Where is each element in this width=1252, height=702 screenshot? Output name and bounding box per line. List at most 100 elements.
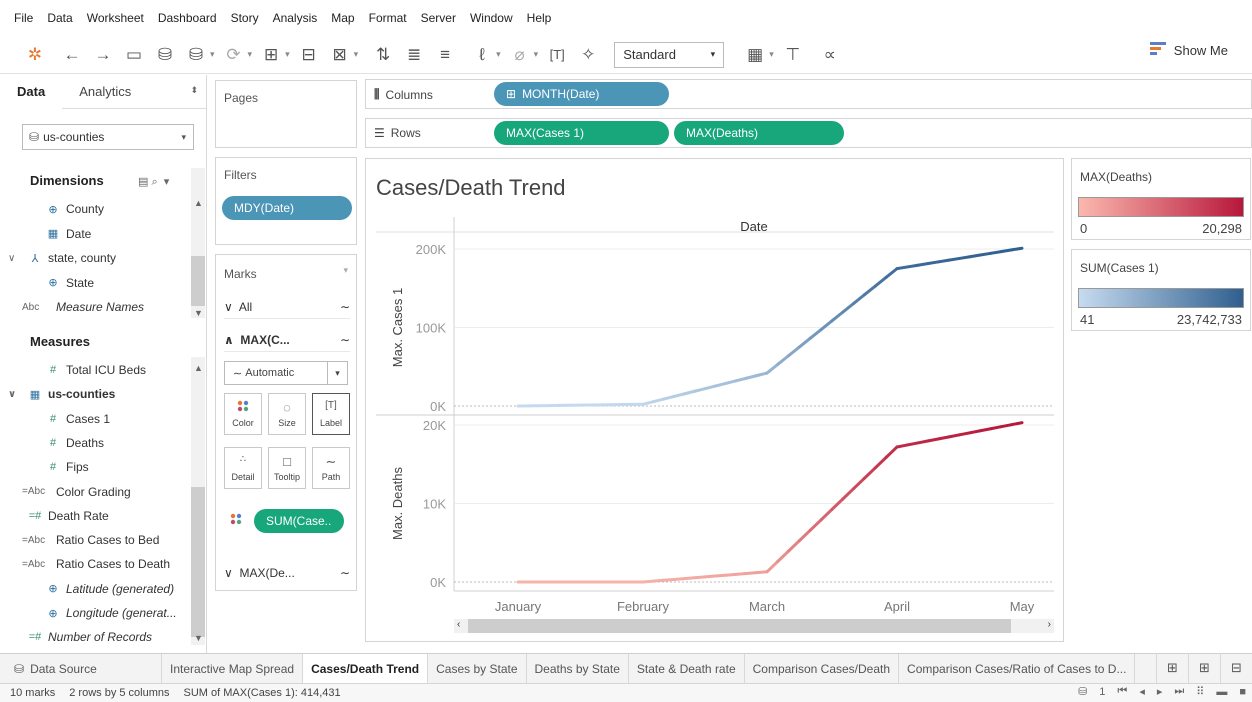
menu-item-map[interactable]: Map <box>331 11 354 25</box>
field-item[interactable]: =# Death Rate <box>22 505 109 527</box>
dimensions-scrollbar[interactable]: ▲ ▼ <box>191 168 205 318</box>
chevron-down-icon[interactable]: ∨ <box>8 389 22 400</box>
new-story-icon[interactable]: ⊟ <box>1220 653 1252 683</box>
size-button[interactable]: ◌ Size <box>268 393 306 435</box>
back-arrow-icon[interactable]: ← <box>59 42 85 68</box>
field-item[interactable]: =# Number of Records <box>22 626 152 648</box>
sheet-tab[interactable]: Comparison Cases/Death <box>745 654 900 683</box>
menu-item-dashboard[interactable]: Dashboard <box>158 11 217 25</box>
dropdown-arrow-icon[interactable]: ▾ <box>534 49 539 60</box>
menu-item-analysis[interactable]: Analysis <box>273 11 318 25</box>
marks-menu-icon[interactable]: ▾ <box>343 265 348 276</box>
menu-item-data[interactable]: Data <box>47 11 72 25</box>
scroll-up-icon[interactable]: ▲ <box>194 363 203 373</box>
chevron-down-icon[interactable]: ∨ <box>8 253 22 264</box>
sort-descending-icon[interactable]: ≡ <box>432 42 458 68</box>
new-datasource-icon[interactable]: ⛁ <box>152 42 178 68</box>
menu-item-format[interactable]: Format <box>369 11 407 25</box>
field-item[interactable]: Abc Measure Names <box>22 296 144 318</box>
sheet-tab[interactable]: Cases/Death Trend <box>303 654 429 683</box>
scrollbar-thumb[interactable] <box>191 487 205 637</box>
pause-updates-icon[interactable]: ⛁ <box>183 42 209 68</box>
rows-pill-max-cases[interactable]: MAX(Cases 1) <box>494 121 669 145</box>
color-button[interactable]: Color <box>224 393 262 435</box>
dropdown-arrow-icon[interactable]: ▾ <box>496 49 501 60</box>
menu-item-story[interactable]: Story <box>231 11 259 25</box>
tooltip-button[interactable]: □ Tooltip <box>268 447 306 489</box>
sort-ascending-icon[interactable]: ≣ <box>401 42 427 68</box>
mark-type-select[interactable]: ∼ Automatic ▾ <box>224 361 348 385</box>
legend-max-deaths[interactable]: MAX(Deaths) 0 20,298 <box>1071 158 1251 240</box>
show-me-button[interactable]: Show Me <box>1149 42 1228 59</box>
legend-sum-cases[interactable]: SUM(Cases 1) 41 23,742,733 <box>1071 249 1251 331</box>
grid-view-icon[interactable]: ⠿ <box>1196 685 1204 698</box>
scroll-down-icon[interactable]: ▼ <box>194 308 203 318</box>
field-item[interactable]: ⊕ Latitude (generated) <box>40 578 174 600</box>
menu-item-server[interactable]: Server <box>421 11 456 25</box>
sheet-tab[interactable]: Cases by State <box>428 654 527 683</box>
menu-item-worksheet[interactable]: Worksheet <box>87 11 144 25</box>
scroll-down-icon[interactable]: ▼ <box>194 633 203 643</box>
prev-page-icon[interactable]: ◂ <box>1139 685 1145 698</box>
dropdown-arrow-icon[interactable]: ▾ <box>769 49 774 60</box>
columns-shelf[interactable]: ⫼ Columns ⊞ MONTH(Date) <box>365 79 1252 109</box>
measures-scrollbar[interactable]: ▲ ▼ <box>191 357 205 645</box>
marks-row-max-cases[interactable]: ∧ MAX(C... ∼ <box>224 328 350 352</box>
dropdown-arrow-icon[interactable]: ▾ <box>248 49 253 60</box>
new-worksheet-icon[interactable]: ⊞ <box>1156 653 1188 683</box>
detail-button[interactable]: ∴ Detail <box>224 447 262 489</box>
new-worksheet-icon[interactable]: ⊞ <box>258 42 284 68</box>
group-members-icon[interactable]: ⌀ <box>507 42 533 68</box>
line-chart[interactable]: Date 0K 100K 200K Max. Cases 1 0K 10K 20K Max. D… <box>366 159 1063 619</box>
show-cards-icon[interactable]: ▦ <box>742 42 768 68</box>
field-item[interactable]: # Total ICU Beds <box>40 359 146 381</box>
data-source-tab[interactable]: ⛁ Data Source <box>0 654 162 683</box>
filter-pill-mdy-date[interactable]: MDY(Date) <box>222 196 352 220</box>
pages-shelf[interactable]: Pages <box>215 80 357 148</box>
field-item[interactable]: =Abc Ratio Cases to Bed <box>22 529 159 551</box>
field-item[interactable]: # Deaths <box>40 432 104 454</box>
color-pill-sum-cases[interactable]: SUM(Case.. <box>254 509 344 533</box>
scrollbar-thumb[interactable] <box>191 256 205 306</box>
duplicate-sheet-icon[interactable]: ⊟ <box>296 42 322 68</box>
marks-row-all[interactable]: ∨ All ∼ <box>224 295 350 319</box>
horizontal-scrollbar[interactable]: ‹ › <box>454 619 1054 633</box>
next-page-icon[interactable]: ▸ <box>1157 685 1163 698</box>
columns-pill-month-date[interactable]: ⊞ MONTH(Date) <box>494 82 669 106</box>
field-item[interactable]: # Cases 1 <box>40 408 110 430</box>
field-item[interactable]: =Abc Color Grading <box>22 481 131 503</box>
menu-item-window[interactable]: Window <box>470 11 513 25</box>
datasource-select[interactable]: ⛁ us-counties ▾ <box>22 124 194 150</box>
field-item[interactable]: # Fips <box>40 456 89 478</box>
first-page-icon[interactable]: ⏮ <box>1117 685 1127 698</box>
sheet-tab[interactable]: Comparison Cases/Ratio of Cases to D... <box>899 654 1136 683</box>
tabs-view-icon[interactable]: ■ <box>1239 686 1246 698</box>
sheet-tab[interactable]: Interactive Map Spread <box>162 654 304 683</box>
field-item[interactable]: ⊕ Longitude (generat... <box>40 602 176 624</box>
forward-arrow-icon[interactable]: → <box>90 42 116 68</box>
field-item[interactable]: ∨ ⅄ state, county <box>8 247 116 269</box>
tab-data[interactable]: Data <box>0 75 63 109</box>
pane-menu-icon[interactable]: ⬍ <box>190 85 198 96</box>
highlight-icon[interactable]: ℓ <box>469 42 495 68</box>
field-item[interactable]: ∨ ▦ us-counties <box>8 383 115 405</box>
new-dashboard-icon[interactable]: ⊞ <box>1188 653 1220 683</box>
scroll-left-icon[interactable]: ‹ <box>457 619 460 630</box>
fit-select[interactable]: Standard ▾ <box>614 41 725 68</box>
last-page-icon[interactable]: ⏭ <box>1174 685 1184 698</box>
field-item[interactable]: ▦ Date <box>40 223 92 245</box>
clear-sheet-icon[interactable]: ⊠ <box>327 42 353 68</box>
scrollbar-thumb[interactable] <box>468 619 1011 633</box>
tab-analytics[interactable]: Analytics <box>62 75 148 109</box>
scroll-right-icon[interactable]: › <box>1048 619 1051 630</box>
rows-pill-max-deaths[interactable]: MAX(Deaths) <box>674 121 844 145</box>
dropdown-arrow-icon[interactable]: ▾ <box>210 49 215 60</box>
refresh-icon[interactable]: ⟳ <box>221 42 247 68</box>
filmstrip-view-icon[interactable]: ▬ <box>1216 686 1227 698</box>
marks-row-max-deaths[interactable]: ∨ MAX(De... ∼ <box>224 561 350 585</box>
presentation-mode-icon[interactable]: ⊤ <box>780 42 806 68</box>
field-item[interactable]: ⊕ State <box>40 272 94 294</box>
menu-item-file[interactable]: File <box>14 11 33 25</box>
sheet-tab[interactable]: State & Death rate <box>629 654 745 683</box>
tableau-logo-icon[interactable]: ✲ <box>22 42 48 68</box>
